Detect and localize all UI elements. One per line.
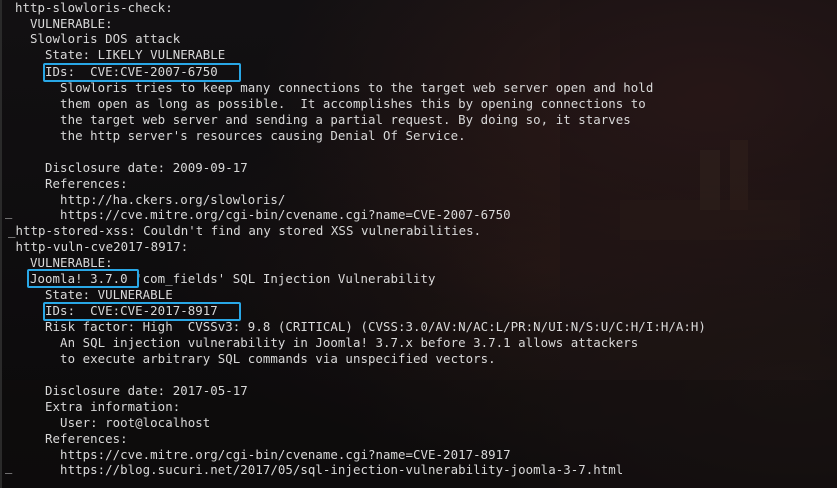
output-line: the http server's resources causing Deni… [15,128,466,143]
output-line: Risk factor: High CVSSv3: 9.8 (CRITICAL)… [15,319,706,334]
gutter-mark: _ [5,205,13,219]
output-line: http-vuln-cve2017-8917: [8,239,189,254]
output-line: VULNERABLE: [15,16,113,31]
joomla-version-highlight [27,269,139,288]
output-line: Extra information: [15,399,181,414]
output-line: to execute arbitrary SQL commands via un… [15,351,496,366]
output-line: Slowloris DOS attack [15,31,181,46]
cve-2007-6750-highlight [43,63,241,82]
output-line: them open as long as possible. It accomp… [15,96,646,111]
output-line: State: LIKELY VULNERABLE [15,47,226,62]
left-border [0,0,2,488]
output-line: https://cve.mitre.org/cgi-bin/cvename.cg… [15,447,511,462]
cve-2017-8917-highlight [43,302,241,321]
output-line: Slowloris tries to keep many connections… [15,80,654,95]
output-line: Disclosure date: 2017-05-17 [15,383,248,398]
output-line: Disclosure date: 2009-09-17 [15,160,248,175]
output-line: https://cve.mitre.org/cgi-bin/cvename.cg… [15,207,511,222]
output-line: http://ha.ckers.org/slowloris/ [15,192,286,207]
output-line: the target web server and sending a part… [15,112,631,127]
output-line: References: [15,176,128,191]
output-line: https://blog.sucuri.net/2017/05/sql-inje… [15,462,624,477]
gutter-mark: _ [5,460,13,474]
output-line: User: root@localhost [15,415,211,430]
terminal-window[interactable]: http-slowloris-check: VULNERABLE: Slowlo… [0,0,837,488]
output-line: An SQL injection vulnerability in Joomla… [15,335,639,350]
output-line: References: [15,431,128,446]
output-line: http-slowloris-check: [15,0,173,15]
output-line: State: VULNERABLE [15,287,173,302]
output-line: _http-stored-xss: Couldn't find any stor… [8,223,482,238]
